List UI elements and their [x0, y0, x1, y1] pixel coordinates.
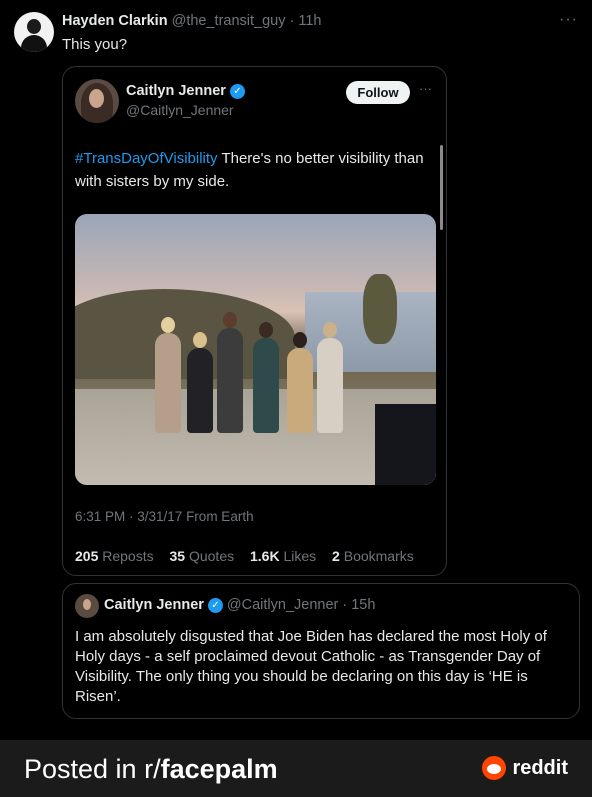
avatar-body [21, 35, 47, 52]
reddit-brand[interactable]: reddit [482, 756, 568, 780]
verified-badge-icon: ✓ [229, 83, 245, 99]
photo-person [317, 322, 343, 433]
photo-pool [375, 404, 436, 485]
original-tweet-text: I am absolutely disgusted that Joe Biden… [75, 628, 547, 705]
photo-tree [363, 274, 397, 344]
quoted-author-name[interactable]: Caitlyn Jenner [126, 83, 226, 99]
likes-stat[interactable]: 1.6K Likes [250, 548, 322, 564]
avatar-head [27, 19, 41, 34]
photo-person [287, 332, 313, 433]
photo-person [155, 317, 181, 433]
quoted-author-handle[interactable]: @Caitlyn_Jenner [126, 102, 234, 118]
avatar-face [83, 599, 91, 610]
avatar[interactable] [14, 12, 54, 52]
bookmarks-label: Bookmarks [343, 548, 414, 564]
photo-person [253, 322, 279, 433]
photo-person [187, 332, 213, 433]
reposts-count: 205 [75, 548, 99, 564]
quoted-tweet-text: #TransDayOfVisibility There's no better … [75, 147, 440, 193]
tweet-timestamp[interactable]: 6:31 PM · 3/31/17 From Earth [75, 509, 254, 524]
follow-button[interactable]: Follow [346, 81, 410, 104]
outer-tweet[interactable]: Hayden Clarkin @the_transit_guy · 11h ··… [0, 0, 592, 740]
reposts-label: Reposts [102, 548, 154, 564]
hashtag-link[interactable]: #TransDayOfVisibility [75, 150, 218, 167]
verified-badge-icon: ✓ [207, 597, 223, 613]
quoted-author-name-row: Caitlyn Jenner ✓ [126, 83, 245, 99]
likes-label: Likes [283, 548, 317, 564]
posted-prefix: Posted in r/ [24, 754, 161, 784]
subreddit-name[interactable]: facepalm [161, 754, 278, 784]
engagement-stats: 205 Reposts 35 Quotes 1.6K Likes 2 Bookm… [75, 548, 426, 564]
reddit-wordmark: reddit [512, 756, 568, 779]
tweet-photo[interactable] [75, 214, 436, 485]
more-options-icon[interactable]: ··· [559, 11, 578, 29]
scrollbar[interactable] [440, 145, 443, 230]
reddit-footer: Posted in r/facepalm reddit [0, 740, 592, 797]
photo-person [217, 312, 243, 433]
quotes-label: Quotes [188, 548, 235, 564]
quoted-tweet-card[interactable]: Caitlyn Jenner ✓ @Caitlyn_Jenner Follow … [62, 66, 447, 576]
author-meta: @the_transit_guy · 11h [171, 13, 322, 29]
reddit-logo-icon [482, 756, 507, 780]
posted-in-label: Posted in r/facepalm [24, 754, 278, 785]
tweet-text: This you? [62, 36, 128, 53]
original-avatar[interactable] [75, 594, 99, 618]
quoted-avatar[interactable] [75, 79, 119, 123]
avatar-face [89, 89, 104, 108]
quotes-stat[interactable]: 35 Quotes [170, 548, 241, 564]
original-tweet-header: Caitlyn Jenner ✓ @Caitlyn_Jenner · 15h [104, 597, 375, 613]
author-name[interactable]: Hayden Clarkin [62, 13, 168, 29]
likes-count: 1.6K [250, 548, 280, 564]
reposts-stat[interactable]: 205 Reposts [75, 548, 160, 564]
bookmarks-count: 2 [332, 548, 340, 564]
quotes-count: 35 [169, 548, 186, 564]
outer-tweet-header: Hayden Clarkin @the_transit_guy · 11h [62, 13, 321, 29]
original-author-meta: @Caitlyn_Jenner · 15h [226, 597, 376, 613]
more-options-icon[interactable]: ··· [419, 81, 432, 96]
original-tweet-card[interactable]: Caitlyn Jenner ✓ @Caitlyn_Jenner · 15h I… [62, 583, 580, 719]
original-author-name[interactable]: Caitlyn Jenner [104, 597, 204, 613]
bookmarks-stat[interactable]: 2 Bookmarks [332, 548, 420, 564]
